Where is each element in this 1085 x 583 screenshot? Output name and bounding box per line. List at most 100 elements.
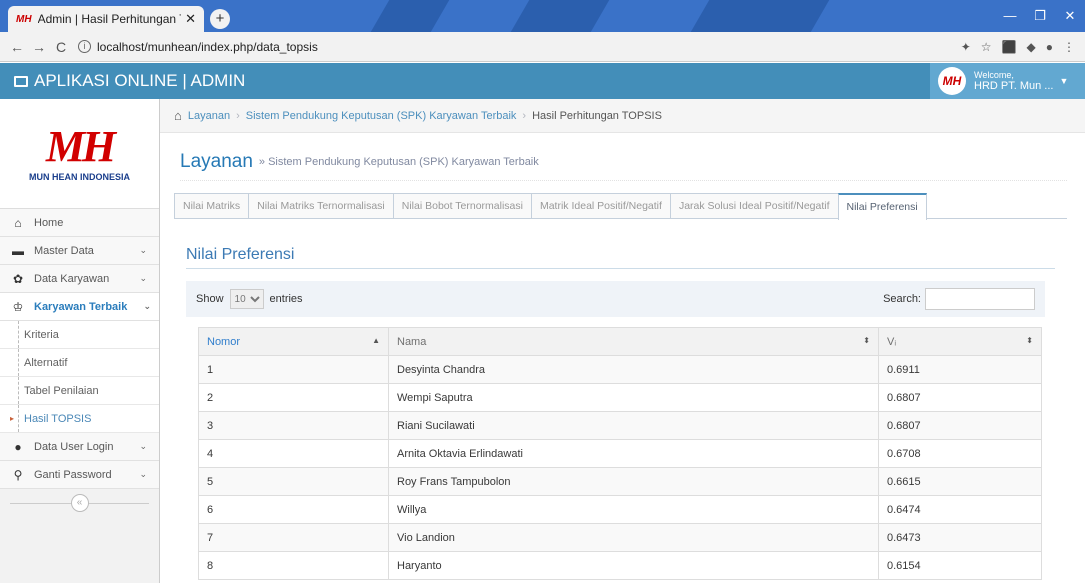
chevron-down-icon: ⌄ bbox=[139, 441, 147, 451]
cell-nama: Vio Landion bbox=[388, 523, 879, 552]
trophy-icon: ♔ bbox=[12, 299, 24, 314]
new-tab-button[interactable]: + bbox=[210, 9, 230, 29]
tab-nilai-matriks-ternormalisasi[interactable]: Nilai Matriks Ternormalisasi bbox=[248, 193, 394, 218]
app-title: APLIKASI ONLINE | ADMIN bbox=[34, 71, 246, 90]
browser-tab-strip: MH Admin | Hasil Perhitungan TOPSIS ✕ + … bbox=[0, 0, 1085, 32]
tab-close-icon[interactable]: ✕ bbox=[185, 11, 196, 27]
welcome-label: Welcome, bbox=[974, 70, 1014, 80]
cell-nomor: 6 bbox=[198, 495, 389, 524]
app-navbar: APLIKASI ONLINE | ADMIN MH Welcome, HRD … bbox=[0, 63, 1085, 99]
forward-button[interactable]: → bbox=[28, 39, 50, 55]
sidebar-item-label: Ganti Password bbox=[34, 468, 112, 481]
sidebar-item-label: Data User Login bbox=[34, 440, 114, 453]
sidebar-item-karyawan-terbaik[interactable]: ♔ Karyawan Terbaik ⌄ bbox=[0, 293, 159, 321]
cell-vi: 0.6473 bbox=[878, 523, 1042, 552]
sidebar-item-master-data[interactable]: ▬ Master Data ⌄ bbox=[0, 237, 159, 265]
collapse-sidebar-icon[interactable]: « bbox=[70, 494, 89, 512]
reload-button[interactable]: C bbox=[50, 39, 72, 55]
tab-nilai-preferensi[interactable]: Nilai Preferensi bbox=[837, 193, 927, 220]
close-window-button[interactable]: ✕ bbox=[1055, 0, 1085, 32]
tab-matrik-ideal[interactable]: Matrik Ideal Positif/Negatif bbox=[530, 193, 671, 218]
bookmark-star-icon[interactable]: ☆ bbox=[981, 40, 992, 54]
favicon-icon: MH bbox=[16, 13, 32, 25]
datatable-toolbar: Show 10 entries Search: bbox=[186, 281, 1045, 317]
logo-name: MUN HEAN INDONESIA bbox=[28, 172, 130, 182]
column-header-label: Vᵢ bbox=[887, 335, 897, 348]
url-field[interactable]: i localhost/munhean/index.php/data_topsi… bbox=[78, 40, 961, 54]
info-icon[interactable]: i bbox=[78, 40, 91, 53]
cell-nama: Desyinta Chandra bbox=[388, 355, 879, 384]
show-label: Show bbox=[196, 293, 224, 305]
submenu-item-alternatif[interactable]: Alternatif bbox=[0, 349, 159, 377]
page-subtitle: » Sistem Pendukung Keputusan (SPK) Karya… bbox=[258, 155, 539, 168]
back-button[interactable]: ← bbox=[6, 39, 28, 55]
cell-vi: 0.6807 bbox=[878, 411, 1042, 440]
column-header-nama[interactable]: Nama ⬍ bbox=[388, 327, 879, 356]
cell-vi: 0.6708 bbox=[878, 439, 1042, 468]
submenu-item-tabel-penilaian[interactable]: Tabel Penilaian bbox=[0, 377, 159, 405]
translate-icon[interactable]: ✦ bbox=[961, 40, 971, 54]
tab-nilai-matriks[interactable]: Nilai Matriks bbox=[174, 193, 250, 218]
sidebar-item-label: Home bbox=[34, 216, 64, 229]
sidebar-item-label: Master Data bbox=[34, 244, 94, 257]
pdf-extension-icon[interactable]: ⬛ bbox=[1002, 40, 1017, 54]
submenu-label: Kriteria bbox=[24, 328, 59, 341]
chevron-down-icon: ⌄ bbox=[139, 273, 147, 283]
table-header-row: Nomor ▲ Nama ⬍ Vᵢ ⬍ bbox=[198, 327, 1042, 356]
main-content: ⌂ Layanan › Sistem Pendukung Keputusan (… bbox=[160, 99, 1085, 583]
tab-strip-decoration bbox=[370, 0, 450, 32]
extension-icon[interactable]: ◆ bbox=[1027, 40, 1036, 54]
page-header: Layanan » Sistem Pendukung Keputusan (SP… bbox=[180, 143, 1067, 181]
extension-icons: ✦ ☆ ⬛ ◆ ● ⋮ bbox=[961, 40, 1075, 54]
app-brand[interactable]: APLIKASI ONLINE | ADMIN bbox=[14, 71, 245, 91]
user-icon: ● bbox=[14, 439, 22, 454]
breadcrumb-separator: › bbox=[236, 109, 240, 122]
cell-vi: 0.6154 bbox=[878, 551, 1042, 580]
entries-select[interactable]: 10 bbox=[229, 289, 264, 309]
tab-jarak-solusi-ideal[interactable]: Jarak Solusi Ideal Positif/Negatif bbox=[669, 193, 839, 218]
avatar: MH bbox=[938, 67, 966, 95]
column-header-label: Nama bbox=[397, 335, 427, 348]
column-header-label: Nomor bbox=[207, 335, 241, 348]
breadcrumb-current: Hasil Perhitungan TOPSIS bbox=[532, 109, 662, 122]
cell-nama: Haryanto bbox=[388, 551, 879, 580]
sidebar-item-ganti-password[interactable]: ⚲ Ganti Password ⌄ bbox=[0, 461, 159, 489]
breadcrumb-link[interactable]: Sistem Pendukung Keputusan (SPK) Karyawa… bbox=[246, 110, 517, 122]
window-controls: — ❐ ✕ bbox=[995, 0, 1085, 32]
desktop-icon: ▬ bbox=[12, 243, 24, 258]
column-header-nomor[interactable]: Nomor ▲ bbox=[198, 327, 389, 356]
company-logo: MH MUN HEAN INDONESIA bbox=[0, 99, 159, 209]
profile-icon[interactable]: ● bbox=[1046, 40, 1053, 54]
cell-nomor: 1 bbox=[198, 355, 389, 384]
chevron-down-icon: ⌄ bbox=[143, 301, 151, 311]
tab-strip-decoration bbox=[510, 0, 610, 32]
tab-nilai-bobot-ternormalisasi[interactable]: Nilai Bobot Ternormalisasi bbox=[392, 193, 532, 218]
submenu-item-kriteria[interactable]: Kriteria bbox=[0, 321, 159, 349]
browser-tab[interactable]: MH Admin | Hasil Perhitungan TOPSIS ✕ bbox=[8, 6, 204, 32]
sidebar-item-data-user-login[interactable]: ● Data User Login ⌄ bbox=[0, 433, 159, 461]
cell-nomor: 7 bbox=[198, 523, 389, 552]
cell-vi: 0.6807 bbox=[878, 383, 1042, 412]
submenu-label: Tabel Penilaian bbox=[24, 384, 99, 397]
cell-nomor: 5 bbox=[198, 467, 389, 496]
tab-strip-decoration bbox=[690, 0, 830, 32]
result-tabs: Nilai Matriks Nilai Matriks Ternormalisa… bbox=[174, 193, 1067, 220]
table-row: 8 Haryanto 0.6154 bbox=[198, 551, 1042, 580]
sidebar-item-home[interactable]: ⌂ Home bbox=[0, 209, 159, 237]
address-bar: ← → C i localhost/munhean/index.php/data… bbox=[0, 32, 1085, 62]
column-header-vi[interactable]: Vᵢ ⬍ bbox=[878, 327, 1042, 356]
cell-nomor: 3 bbox=[198, 411, 389, 440]
browser-menu-icon[interactable]: ⋮ bbox=[1063, 40, 1075, 54]
home-icon: ⌂ bbox=[14, 215, 22, 230]
breadcrumb-link[interactable]: Layanan bbox=[188, 110, 230, 122]
cell-nama: Wempi Saputra bbox=[388, 383, 879, 412]
maximize-button[interactable]: ❐ bbox=[1025, 0, 1055, 32]
sidebar-item-data-karyawan[interactable]: ✿ Data Karyawan ⌄ bbox=[0, 265, 159, 293]
search-input[interactable] bbox=[925, 288, 1035, 310]
table-row: 4 Arnita Oktavia Erlindawati 0.6708 bbox=[198, 439, 1042, 468]
home-icon[interactable]: ⌂ bbox=[174, 108, 182, 123]
submenu-item-hasil-topsis[interactable]: ▸ Hasil TOPSIS bbox=[0, 405, 159, 433]
table-row: 1 Desyinta Chandra 0.6911 bbox=[198, 355, 1042, 384]
user-menu[interactable]: MH Welcome, HRD PT. Mun ... ▼ bbox=[930, 63, 1085, 99]
minimize-button[interactable]: — bbox=[995, 0, 1025, 32]
